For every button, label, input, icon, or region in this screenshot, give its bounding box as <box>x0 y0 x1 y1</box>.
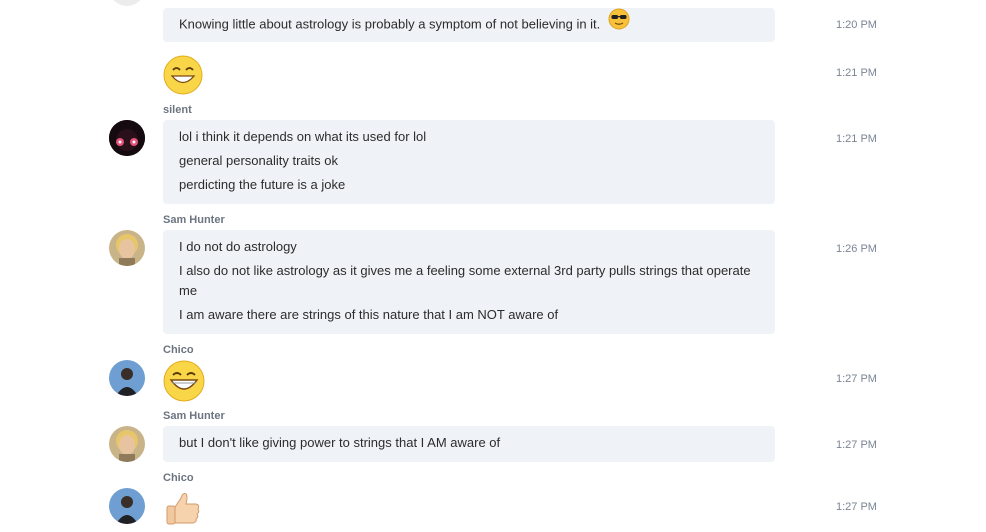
avatar[interactable] <box>109 120 145 156</box>
message-bubble: lol i think it depends on what its used … <box>163 120 775 204</box>
message-text: general personality traits ok <box>179 153 338 168</box>
sender-name[interactable]: Chico <box>163 472 194 484</box>
sender-name[interactable]: Sam Hunter <box>163 410 225 422</box>
message-text: I also do not like astrology as it gives… <box>179 263 751 298</box>
message-text: lol i think it depends on what its used … <box>179 129 427 144</box>
avatar[interactable] <box>109 488 145 524</box>
message-bubble: but I don't like giving power to strings… <box>163 426 775 462</box>
message-bubble: I do not do astrology I also do not like… <box>163 230 775 334</box>
message-text: Knowing little about astrology is probab… <box>179 16 601 32</box>
message-bubble: Knowing little about astrology is probab… <box>163 8 775 42</box>
message-time: 1:26 PM <box>836 243 877 255</box>
avatar[interactable] <box>109 426 145 462</box>
sender-name[interactable]: Chico <box>163 344 194 356</box>
avatar[interactable] <box>109 0 145 6</box>
message-time: 1:27 PM <box>836 439 877 451</box>
cool-sunglasses-icon <box>608 8 630 42</box>
message-line: Knowing little about astrology is probab… <box>179 8 759 42</box>
message-text: I am aware there are strings of this nat… <box>179 307 559 322</box>
message-text: perdicting the future is a joke <box>179 177 346 192</box>
thumbs-up-icon <box>163 486 203 531</box>
sender-name[interactable]: silent <box>163 104 192 116</box>
message-time: 1:27 PM <box>836 501 877 513</box>
message-text: I do not do astrology <box>179 239 297 254</box>
big-grin-icon <box>163 360 205 407</box>
message-time: 1:27 PM <box>836 373 877 385</box>
message-time: 1:21 PM <box>836 67 877 79</box>
grinning-face-icon <box>163 55 203 100</box>
sender-name[interactable]: Sam Hunter <box>163 214 225 226</box>
message-text: but I don't like giving power to strings… <box>179 435 501 450</box>
avatar[interactable] <box>109 360 145 396</box>
message-time: 1:20 PM <box>836 19 877 31</box>
message-time: 1:21 PM <box>836 133 877 145</box>
avatar[interactable] <box>109 230 145 266</box>
